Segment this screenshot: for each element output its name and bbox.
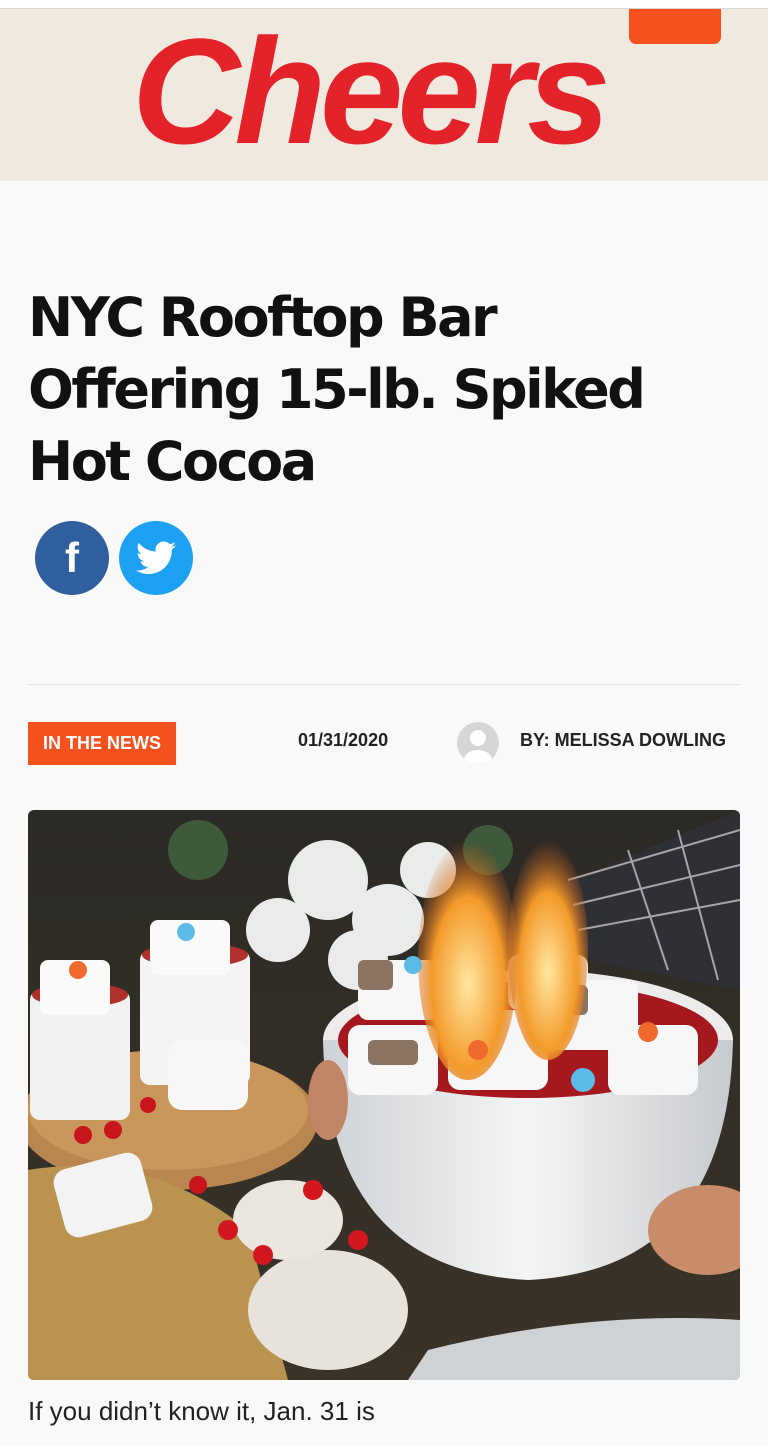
article-body-start: If you didn’t know it, Jan. 31 is <box>28 1396 375 1426</box>
hero-image <box>28 810 740 1380</box>
title-line-3: Hot Cocoa <box>28 430 317 493</box>
category-badge[interactable]: IN THE NEWS <box>28 722 177 765</box>
site-header: Cheers <box>0 9 768 181</box>
facebook-share-button[interactable]: f <box>35 521 109 595</box>
facebook-icon: f <box>65 534 79 581</box>
article-date: 01/31/2020 <box>298 730 389 750</box>
author-avatar <box>457 722 499 764</box>
author-byline[interactable]: BY: MELISSA DOWLING <box>520 730 726 751</box>
article-title: NYC Rooftop Bar Offering 15-lb. Spiked H… <box>28 282 728 498</box>
title-line-2: Offering 15-lb. Spiked <box>28 358 646 421</box>
user-avatar-icon <box>464 730 492 764</box>
twitter-icon <box>136 541 176 574</box>
meta-divider <box>28 684 740 685</box>
site-logo[interactable]: Cheers <box>132 11 611 171</box>
title-line-1: NYC Rooftop Bar <box>28 286 498 349</box>
twitter-share-button[interactable] <box>119 521 193 595</box>
menu-button[interactable] <box>629 9 721 44</box>
